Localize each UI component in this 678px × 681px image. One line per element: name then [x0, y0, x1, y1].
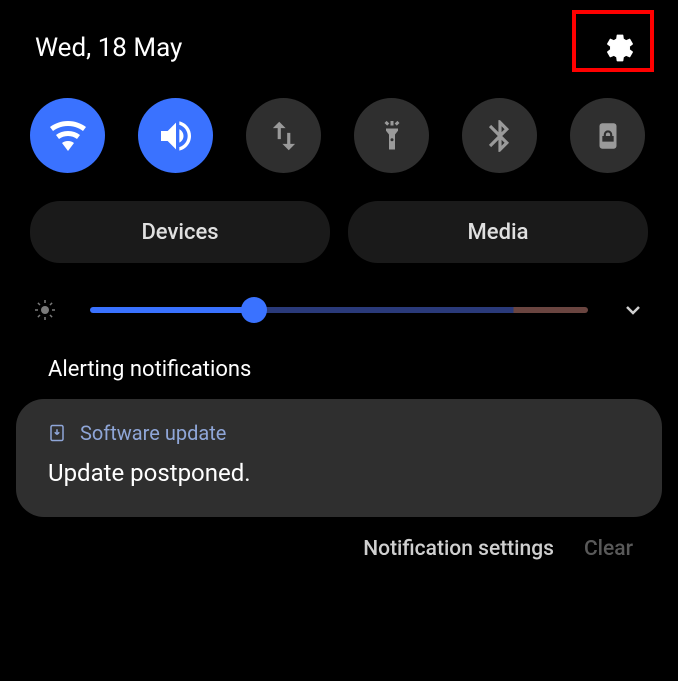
wifi-icon — [48, 116, 88, 156]
settings-button[interactable] — [597, 25, 643, 71]
slider-track — [90, 307, 588, 313]
data-transfer-icon — [265, 117, 303, 155]
bluetooth-icon — [481, 117, 519, 155]
software-update-icon — [48, 424, 66, 442]
devices-label: Devices — [141, 220, 218, 245]
notification-card[interactable]: Software update Update postponed. — [16, 399, 662, 517]
devices-button[interactable]: Devices — [30, 201, 330, 263]
volume-icon — [156, 116, 196, 156]
clear-notifications-button[interactable]: Clear — [584, 537, 633, 561]
notification-app-name: Software update — [80, 421, 226, 445]
chevron-down-icon — [621, 298, 645, 322]
brightness-slider[interactable] — [90, 298, 588, 322]
brightness-icon — [30, 298, 60, 322]
gear-icon — [604, 32, 636, 64]
bluetooth-toggle[interactable] — [462, 98, 537, 173]
sound-toggle[interactable] — [138, 98, 213, 173]
wifi-toggle[interactable] — [30, 98, 105, 173]
notifications-section-title: Alerting notifications — [0, 342, 678, 394]
date-text: Wed, 18 May — [35, 33, 182, 63]
slider-thumb[interactable] — [241, 297, 267, 323]
rotation-lock-toggle[interactable] — [570, 98, 645, 173]
notification-content: Update postponed. — [48, 459, 630, 487]
flashlight-toggle[interactable] — [354, 98, 429, 173]
media-button[interactable]: Media — [348, 201, 648, 263]
rotation-lock-icon — [591, 119, 625, 153]
mobile-data-toggle[interactable] — [246, 98, 321, 173]
media-label: Media — [468, 220, 529, 245]
notification-settings-link[interactable]: Notification settings — [363, 537, 554, 561]
flashlight-icon — [374, 118, 410, 154]
expand-brightness-button[interactable] — [618, 298, 648, 322]
